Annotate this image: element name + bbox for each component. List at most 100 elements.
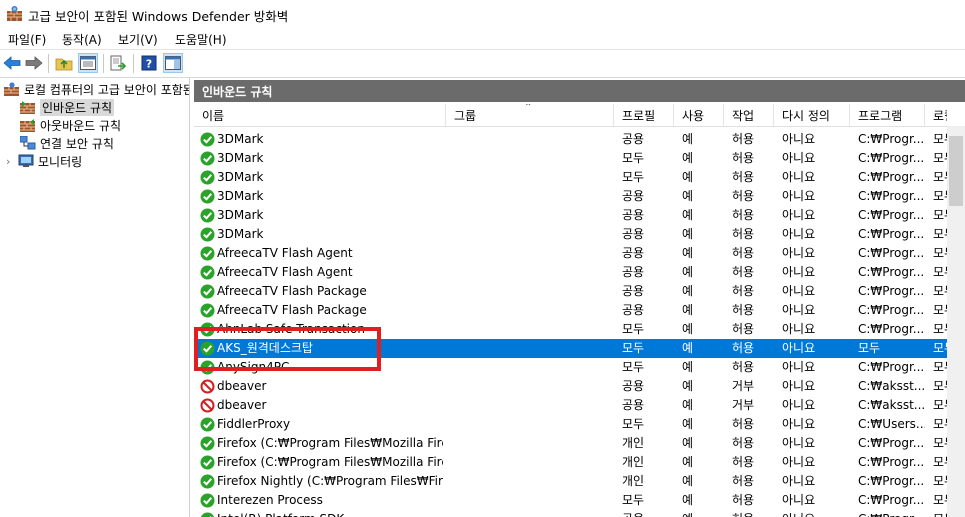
menu-file[interactable]: 파일(F) bbox=[8, 31, 46, 48]
column-profile[interactable]: 프로필 bbox=[614, 104, 674, 126]
cell-group bbox=[454, 282, 614, 301]
table-row[interactable]: dbeaver 공용 예 거부 아니요 C:₩aksst... 모두 bbox=[194, 396, 947, 415]
cell-group bbox=[454, 415, 614, 434]
tree-item-outbound-rules[interactable]: 아웃바운드 규칙 bbox=[20, 116, 121, 134]
cell-program: C:₩Progr... bbox=[858, 284, 925, 298]
tree-item-connection-security-rules[interactable]: 연결 보안 규칙 bbox=[20, 134, 114, 152]
menu-action[interactable]: 동작(A) bbox=[62, 31, 102, 48]
cell-group bbox=[454, 434, 614, 453]
back-button[interactable] bbox=[2, 53, 22, 73]
cell-local: 모두 bbox=[933, 189, 947, 203]
table-row[interactable]: Interezen Process 모두 예 허용 아니요 C:₩Progr... 모두 bbox=[194, 491, 947, 510]
cell-profile: 공용 bbox=[622, 303, 645, 317]
cell-override: 아니요 bbox=[782, 284, 816, 298]
column-enabled[interactable]: 사용 bbox=[674, 104, 724, 126]
tree-item-inbound-rules[interactable]: 인바운드 규칙 bbox=[20, 98, 115, 116]
cell-override: 아니요 bbox=[782, 455, 816, 469]
column-action[interactable]: 작업 bbox=[724, 104, 774, 126]
cell-name: 3DMark bbox=[217, 170, 264, 184]
column-group[interactable]: 그룹 bbox=[446, 104, 614, 126]
cell-override: 아니요 bbox=[782, 227, 816, 241]
table-row[interactable]: AfreecaTV Flash Package 공용 예 허용 아니요 C:₩Progr.… bbox=[194, 301, 947, 320]
cell-program: C:₩Users... bbox=[858, 417, 925, 431]
table-row[interactable]: AnySign4PC 모두 예 허용 아니요 C:₩Progr... 모두 bbox=[194, 358, 947, 377]
menu-view[interactable]: 보기(V) bbox=[118, 31, 158, 48]
cell-enabled: 예 bbox=[682, 265, 694, 279]
table-row[interactable]: 3DMark 공용 예 허용 아니요 C:₩Progr... 모두 bbox=[194, 187, 947, 206]
up-folder-button[interactable] bbox=[54, 53, 74, 73]
cell-program: C:₩aksst... bbox=[858, 398, 925, 412]
scrollbar-thumb[interactable] bbox=[949, 136, 963, 206]
cell-action: 허용 bbox=[732, 246, 755, 260]
cell-enabled: 예 bbox=[682, 455, 694, 469]
cell-action: 허용 bbox=[732, 265, 755, 279]
column-local[interactable]: 로컬 bbox=[925, 104, 947, 126]
table-row[interactable]: 3DMark 모두 예 허용 아니요 C:₩Progr... 모두 bbox=[194, 149, 947, 168]
cell-action: 허용 bbox=[732, 303, 755, 317]
table-row[interactable]: AhnLab Safe Transaction 모두 예 허용 아니요 C:₩Progr.… bbox=[194, 320, 947, 339]
table-row[interactable]: AfreecaTV Flash Package 공용 예 허용 아니요 C:₩Progr.… bbox=[194, 282, 947, 301]
table-row[interactable]: AfreecaTV Flash Agent 공용 예 허용 아니요 C:₩Progr...… bbox=[194, 263, 947, 282]
table-row[interactable]: Firefox (C:₩Program Files₩Mozilla Firef.… bbox=[194, 434, 947, 453]
table-row[interactable]: FiddlerProxy 모두 예 허용 아니요 C:₩Users... 모두 bbox=[194, 415, 947, 434]
cell-action: 허용 bbox=[732, 436, 755, 450]
table-row[interactable]: 3DMark 모두 예 허용 아니요 C:₩Progr... 모두 bbox=[194, 168, 947, 187]
tree-root[interactable]: 로컬 컴퓨터의 고급 보안이 포함된 Windows Defender 방화벽 bbox=[4, 80, 189, 98]
cell-program: C:₩Progr... bbox=[858, 303, 925, 317]
vertical-scrollbar[interactable] bbox=[947, 126, 965, 517]
cell-enabled: 예 bbox=[682, 284, 694, 298]
table-row[interactable]: 3DMark 공용 예 허용 아니요 C:₩Progr... 모두 bbox=[194, 130, 947, 149]
chevron-right-icon[interactable]: › bbox=[6, 155, 18, 168]
cell-enabled: 예 bbox=[682, 474, 694, 488]
table-row[interactable]: dbeaver 공용 예 거부 아니요 C:₩aksst... 모두 bbox=[194, 377, 947, 396]
cell-enabled: 예 bbox=[682, 322, 694, 336]
table-row[interactable]: 3DMark 공용 예 허용 아니요 C:₩Progr... 모두 bbox=[194, 225, 947, 244]
panel-icon bbox=[165, 56, 181, 70]
cell-override: 아니요 bbox=[782, 151, 816, 165]
cell-name: Intel(R) Platform SDK bbox=[217, 510, 443, 517]
cell-name: 3DMark bbox=[217, 132, 264, 146]
cell-override: 아니요 bbox=[782, 417, 816, 431]
cell-name: Firefox (C:₩Program Files₩Mozilla Firef.… bbox=[217, 436, 443, 450]
cell-group bbox=[454, 263, 614, 282]
cell-name: FiddlerProxy bbox=[217, 417, 291, 431]
table-row[interactable]: AKS_원격데스크탑 모두 예 허용 아니요 모두 모두 bbox=[194, 339, 947, 358]
cell-profile: 개인 bbox=[622, 436, 645, 450]
table-row[interactable]: Intel(R) Platform SDK 공용 예 허용 아니요 C:₩Progr...… bbox=[194, 510, 947, 517]
show-hide-tree-button[interactable] bbox=[78, 53, 98, 73]
table-row[interactable]: AfreecaTV Flash Agent 공용 예 허용 아니요 C:₩Progr...… bbox=[194, 244, 947, 263]
cell-action: 허용 bbox=[732, 208, 755, 222]
cell-enabled: 예 bbox=[682, 493, 694, 507]
help-button[interactable]: ? bbox=[139, 53, 159, 73]
export-button[interactable] bbox=[108, 53, 128, 73]
cell-group bbox=[454, 244, 614, 263]
cell-group bbox=[454, 377, 614, 396]
cell-profile: 공용 bbox=[622, 379, 645, 393]
table-row[interactable]: Firefox Nightly (C:₩Program Files₩Firef.… bbox=[194, 472, 947, 491]
cell-program: C:₩Progr... bbox=[858, 227, 925, 241]
title-bar: 고급 보안이 포함된 Windows Defender 방화벽 bbox=[0, 0, 965, 27]
cell-group bbox=[454, 358, 614, 377]
cell-enabled: 예 bbox=[682, 208, 694, 222]
cell-program: C:₩Progr... bbox=[858, 360, 925, 374]
tree-item-monitoring[interactable]: › 모니터링 bbox=[6, 152, 82, 170]
cell-profile: 모두 bbox=[622, 151, 645, 165]
panel-button[interactable] bbox=[163, 53, 183, 73]
table-row[interactable]: Firefox (C:₩Program Files₩Mozilla Firef.… bbox=[194, 453, 947, 472]
help-icon: ? bbox=[141, 55, 157, 71]
column-name[interactable]: 이름 bbox=[194, 104, 446, 126]
table-row[interactable]: 3DMark 공용 예 허용 아니요 C:₩Progr... 모두 bbox=[194, 206, 947, 225]
cell-override: 아니요 bbox=[782, 436, 816, 450]
cell-override: 아니요 bbox=[782, 303, 816, 317]
pane-title: 인바운드 규칙 bbox=[202, 85, 273, 99]
cell-group bbox=[454, 510, 614, 517]
cell-profile: 모두 bbox=[622, 322, 645, 336]
cell-program: C:₩aksst... bbox=[858, 379, 925, 393]
forward-button[interactable] bbox=[24, 53, 44, 73]
column-override[interactable]: 다시 정의 bbox=[774, 104, 850, 126]
cell-profile: 공용 bbox=[622, 284, 645, 298]
window-title: 고급 보안이 포함된 Windows Defender 방화벽 bbox=[28, 9, 289, 24]
column-program[interactable]: 프로그램 bbox=[850, 104, 925, 126]
cell-action: 허용 bbox=[732, 341, 755, 355]
menu-help[interactable]: 도움말(H) bbox=[175, 31, 227, 48]
